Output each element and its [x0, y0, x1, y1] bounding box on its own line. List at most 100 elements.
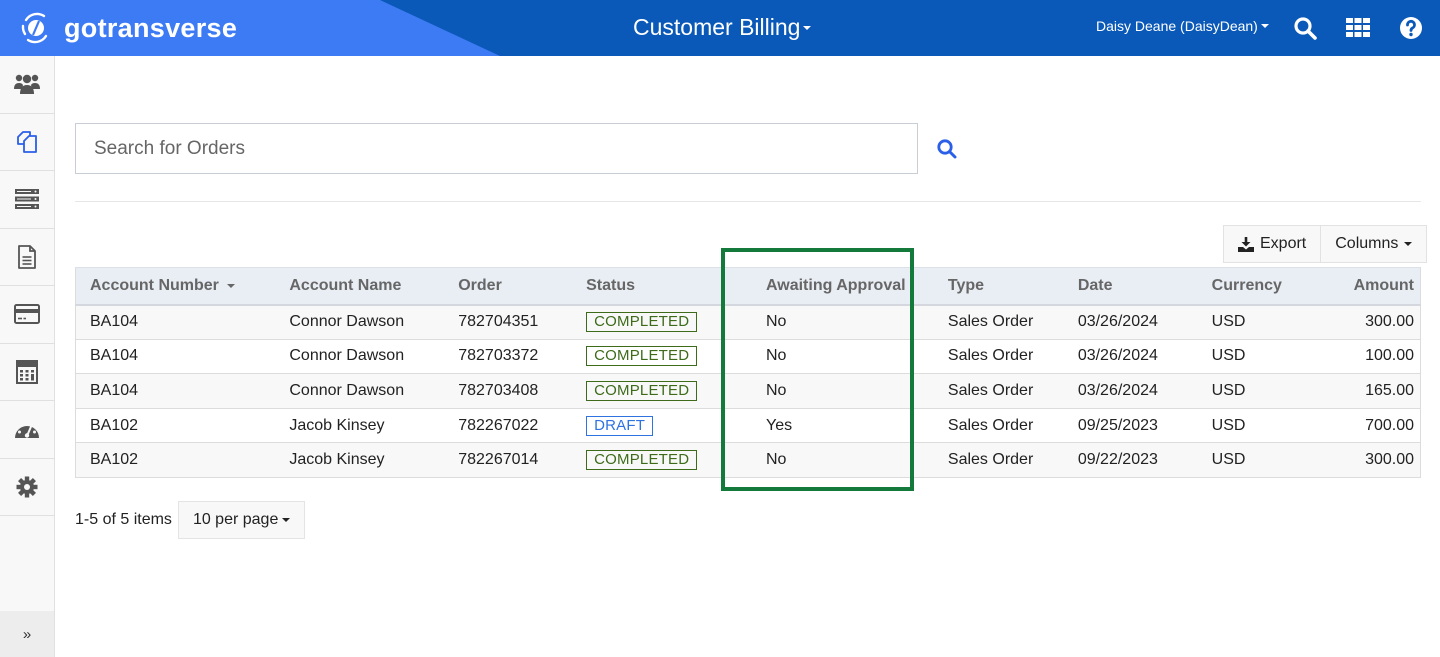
cell-awaiting-approval: No [734, 304, 934, 340]
grid-toolbar: Export Columns [1223, 225, 1428, 263]
column-header-account-number[interactable]: Account Number [75, 267, 276, 306]
cell-order-link[interactable]: 782267022 [444, 408, 573, 444]
cell-account-name: Connor Dawson [275, 304, 445, 340]
column-header-currency[interactable]: Currency [1197, 267, 1308, 306]
chevron-down-icon [282, 518, 291, 522]
cell-awaiting-approval: Yes [734, 408, 934, 444]
search-button[interactable] [934, 136, 960, 162]
pagination: 1-5 of 5 items 10 per page [75, 501, 306, 539]
search-icon [937, 139, 957, 159]
cell-order-link[interactable]: 782267014 [444, 442, 573, 478]
cell-date: 09/22/2023 [1063, 442, 1198, 478]
column-header-type[interactable]: Type [933, 267, 1064, 306]
column-header-account-name[interactable]: Account Name [275, 267, 445, 306]
cell-currency: USD [1197, 304, 1308, 340]
page-size-dropdown[interactable]: 10 per page [177, 501, 306, 539]
cell-currency: USD [1197, 442, 1308, 478]
cell-status: COMPLETED [572, 442, 735, 478]
cell-status: COMPLETED [572, 339, 735, 375]
brand-name: gotransverse [64, 12, 238, 43]
global-search-button[interactable] [1291, 14, 1319, 42]
export-button[interactable]: Export [1223, 225, 1322, 263]
server-list-icon [15, 189, 39, 210]
column-header-awaiting-approval[interactable]: Awaiting Approval [734, 267, 934, 306]
column-header-amount[interactable]: Amount [1307, 267, 1421, 306]
top-navigation-bar: gotransverse Customer Billing Daisy Dean… [0, 0, 1440, 56]
sidebar-expand-button[interactable]: » [0, 611, 54, 657]
cell-date: 03/26/2024 [1063, 373, 1198, 409]
sidebar: » [0, 56, 55, 657]
logo[interactable]: gotransverse [18, 10, 237, 46]
table-body: BA104 Connor Dawson 782704351 COMPLETED No Sa… [75, 304, 1421, 478]
chevron-down-icon [1260, 24, 1269, 28]
column-header-date[interactable]: Date [1063, 267, 1198, 306]
cell-account-name: Connor Dawson [275, 373, 445, 409]
cell-amount: 700.00 [1307, 408, 1421, 444]
sidebar-item-billing[interactable] [0, 344, 54, 401]
table-row[interactable]: BA102 Jacob Kinsey 782267022 DRAFT Yes Sales … [75, 408, 1421, 444]
cell-order-link[interactable]: 782703408 [444, 373, 573, 409]
credit-card-icon [14, 304, 40, 325]
cell-status: COMPLETED [572, 304, 735, 340]
help-icon [1400, 17, 1422, 39]
table-row[interactable]: BA104 Connor Dawson 782703408 COMPLETED No Sa… [75, 373, 1421, 409]
cell-account-number: BA104 [75, 373, 276, 409]
sidebar-item-settings[interactable] [0, 459, 54, 516]
cell-account-number: BA104 [75, 339, 276, 375]
search-icon [1294, 17, 1317, 40]
column-header-order[interactable]: Order [444, 267, 573, 306]
cell-order-link[interactable]: 782703372 [444, 339, 573, 375]
cell-amount: 165.00 [1307, 373, 1421, 409]
sidebar-item-dashboard[interactable] [0, 401, 54, 459]
cell-account-number: BA102 [75, 442, 276, 478]
cell-type: Sales Order [933, 408, 1064, 444]
sort-descending-icon [227, 283, 236, 288]
status-badge: COMPLETED [586, 450, 698, 471]
sidebar-item-documents[interactable] [0, 229, 54, 286]
search-field[interactable] [75, 123, 918, 174]
app-switcher-dropdown[interactable]: Customer Billing [633, 14, 812, 41]
gear-icon [16, 476, 38, 498]
cell-currency: USD [1197, 408, 1308, 444]
status-badge: COMPLETED [586, 346, 698, 367]
table-row[interactable]: BA104 Connor Dawson 782704351 COMPLETED No Sa… [75, 304, 1421, 340]
divider [75, 201, 1421, 202]
double-chevron-right-icon: » [22, 625, 32, 643]
pagination-summary: 1-5 of 5 items [75, 511, 172, 528]
column-header-status[interactable]: Status [572, 267, 735, 306]
cell-date: 03/26/2024 [1063, 304, 1198, 340]
users-icon [14, 75, 40, 95]
help-button[interactable] [1397, 14, 1425, 42]
user-menu-dropdown[interactable]: Daisy Deane (DaisyDean) [1096, 18, 1269, 34]
page-size-label: 10 per page [192, 511, 279, 528]
sidebar-item-customers[interactable] [0, 56, 54, 114]
orders-table: Account Number Account Name Order Status… [75, 267, 1421, 478]
search-input[interactable] [76, 124, 917, 173]
apps-grid-button[interactable] [1344, 14, 1372, 42]
columns-label: Columns [1335, 235, 1399, 252]
table-row[interactable]: BA102 Jacob Kinsey 782267014 COMPLETED No Sal… [75, 442, 1421, 478]
status-badge: COMPLETED [586, 312, 698, 333]
status-badge: DRAFT [586, 415, 654, 436]
sidebar-item-payments[interactable] [0, 286, 54, 344]
calculator-icon [16, 359, 38, 384]
sidebar-item-services[interactable] [0, 171, 54, 229]
apps-grid-icon [1346, 18, 1370, 37]
cell-account-number: BA102 [75, 408, 276, 444]
cell-type: Sales Order [933, 304, 1064, 340]
document-icon [18, 244, 36, 269]
columns-dropdown[interactable]: Columns [1321, 225, 1428, 263]
cell-awaiting-approval: No [734, 339, 934, 375]
cell-order-link[interactable]: 782704351 [444, 304, 573, 340]
cell-awaiting-approval: No [734, 442, 934, 478]
cell-amount: 300.00 [1307, 442, 1421, 478]
cell-account-name: Connor Dawson [275, 339, 445, 375]
dashboard-gauge-icon [15, 421, 39, 439]
cell-account-name: Jacob Kinsey [275, 442, 445, 478]
cell-type: Sales Order [933, 442, 1064, 478]
table-row[interactable]: BA104 Connor Dawson 782703372 COMPLETED No Sa… [75, 339, 1421, 375]
cell-amount: 300.00 [1307, 304, 1421, 340]
sidebar-item-orders[interactable] [0, 114, 54, 171]
download-icon [1238, 236, 1254, 252]
table-header-row: Account Number Account Name Order Status… [75, 267, 1421, 306]
